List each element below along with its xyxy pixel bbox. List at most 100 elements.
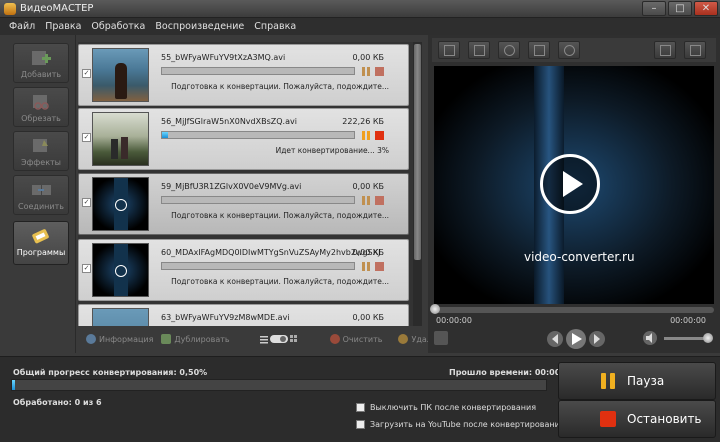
video-preview[interactable]: video-converter.ru (434, 66, 714, 304)
pause-icon[interactable] (361, 67, 371, 76)
add-button-label: Добавить (20, 70, 62, 79)
running-man-icon (564, 45, 575, 56)
stop-icon[interactable] (375, 262, 384, 271)
file-progress-bar (161, 131, 355, 139)
view-toggle[interactable] (259, 334, 300, 344)
window-title: ВидеоМАСТЕР (20, 3, 94, 14)
app-logo-icon (4, 3, 16, 15)
brightness-button[interactable] (498, 41, 520, 59)
info-button-label: Информация (99, 334, 154, 344)
programs-button[interactable]: Программы (13, 221, 69, 265)
info-button[interactable]: Информация (86, 334, 153, 344)
time-total: 00:00:00 (670, 316, 706, 325)
close-button[interactable]: ✕ (694, 1, 718, 16)
pause-button[interactable]: Пауза (558, 362, 716, 400)
speed-button[interactable] (558, 41, 580, 59)
volume-knob[interactable] (703, 333, 713, 343)
duplicate-button[interactable]: Дублировать (161, 334, 230, 344)
clear-button-label: Очистить (342, 334, 383, 344)
stop-icon[interactable] (375, 131, 384, 140)
maximize-button[interactable]: □ (668, 1, 692, 16)
menu-file[interactable]: Файл (4, 18, 40, 35)
info-icon (86, 334, 96, 344)
menu-edit[interactable]: Правка (40, 18, 86, 35)
file-item[interactable]: ✓ 59_MjBfU3R1ZGlvX0V0eV9MVg.avi 0,00 КБ … (78, 173, 409, 235)
processed-count: Обработано: 0 из 6 (13, 398, 102, 407)
file-checkbox[interactable]: ✓ (82, 133, 91, 142)
delete-icon (398, 334, 409, 344)
programs-button-label: Программы (16, 248, 66, 257)
menu-playback[interactable]: Воспроизведение (150, 18, 249, 35)
file-status: Подготовка к конвертации. Пожалуйста, по… (171, 211, 389, 220)
crop-button[interactable] (468, 41, 490, 59)
join-button[interactable]: Соединить (13, 175, 69, 215)
gif-icon (660, 45, 671, 56)
file-item[interactable]: ✓ 56_MjJfSGlraW5nX0NvdXBsZQ.avi 222,26 К… (78, 108, 409, 170)
minimize-button[interactable]: – (642, 1, 666, 16)
effects-preview-button[interactable] (528, 41, 550, 59)
title-bar: ВидеоМАСТЕР – □ ✕ (0, 0, 720, 18)
file-item[interactable]: ✓ 55_bWFyaWFuYV9tXzA3MQ.avi 0,00 КБ Подг… (78, 44, 409, 106)
file-checkbox[interactable]: ✓ (82, 69, 91, 78)
brightness-icon (504, 45, 515, 56)
file-status: Подготовка к конвертации. Пожалуйста, по… (171, 277, 389, 286)
file-thumbnail (92, 177, 149, 231)
snapshot-button[interactable] (434, 331, 448, 345)
cut-button-label: Обрезать (21, 114, 61, 123)
file-list[interactable]: ✓ 55_bWFyaWFuYV9tXzA3MQ.avi 0,00 КБ Подг… (78, 42, 413, 326)
file-status: Подготовка к конвертации. Пожалуйста, по… (171, 82, 389, 91)
fullscreen-icon (690, 45, 701, 56)
file-item[interactable]: ✓ 63_bWFyaWFuYV9zM8wMDE.avi 0,00 КБ (78, 304, 409, 326)
shutdown-option-label: Выключить ПК после конвертирования (370, 403, 537, 412)
seek-knob[interactable] (430, 304, 440, 314)
shutdown-checkbox[interactable] (356, 403, 365, 412)
scrollbar-thumb[interactable] (414, 44, 421, 260)
stop-button[interactable]: Остановить (558, 400, 716, 438)
effects-preview-icon (534, 45, 545, 56)
filmstrip-button[interactable] (438, 41, 460, 59)
fullscreen-button[interactable] (684, 41, 706, 59)
shutdown-option[interactable]: Выключить ПК после конвертирования (356, 403, 536, 412)
volume-icon[interactable] (642, 331, 658, 345)
time-current: 00:00:00 (436, 316, 472, 325)
pause-icon[interactable] (361, 131, 371, 140)
file-name: 63_bWFyaWFuYV9zM8wMDE.avi (161, 313, 290, 322)
menu-help[interactable]: Справка (249, 18, 301, 35)
seek-bar[interactable] (434, 307, 714, 313)
effects-button[interactable]: Эффекты (13, 131, 69, 171)
file-progress-bar (161, 67, 355, 75)
preview-panel: video-converter.ru 00:00:00 00:00:00 (428, 35, 720, 353)
gif-button[interactable] (654, 41, 676, 59)
stop-icon[interactable] (375, 196, 384, 205)
overall-progress-label: Общий прогресс конвертирования: 0,50% (13, 368, 208, 377)
bottom-panel: Общий прогресс конвертирования: 0,50% Пр… (0, 356, 720, 442)
file-thumbnail (92, 112, 149, 166)
watermark-text: video-converter.ru (524, 250, 635, 264)
clear-button[interactable]: Очистить (329, 334, 383, 344)
file-item[interactable]: ✓ 60_MDAxIFAgMDQ0IDIwMTYgSnVuZSAyMy2hvb2… (78, 239, 409, 301)
stop-icon[interactable] (375, 67, 384, 76)
preview-toolbar (432, 38, 716, 62)
file-checkbox[interactable]: ✓ (82, 198, 91, 207)
menu-processing[interactable]: Обработка (86, 18, 150, 35)
file-checkbox[interactable]: ✓ (82, 264, 91, 273)
overall-progress-fill (12, 380, 15, 390)
left-toolbar: Добавить Обрезать Эффекты Соединить Прог… (0, 35, 76, 353)
youtube-option[interactable]: Загрузить на YouTube после конвертирован… (356, 420, 565, 429)
play-overlay-icon[interactable] (540, 154, 600, 214)
pause-icon[interactable] (361, 262, 371, 271)
playback-controls[interactable] (546, 329, 606, 349)
list-toolbar: Информация Дублировать Очистить Удалить (78, 329, 446, 349)
cut-button[interactable]: Обрезать (13, 87, 69, 127)
file-list-scrollbar[interactable] (413, 42, 422, 326)
file-name: 55_bWFyaWFuYV9tXzA3MQ.avi (161, 53, 286, 62)
duplicate-icon (161, 334, 172, 344)
youtube-checkbox[interactable] (356, 420, 365, 429)
join-button-label: Соединить (18, 202, 64, 211)
stop-big-icon (600, 411, 616, 427)
pause-icon[interactable] (361, 196, 371, 205)
add-button[interactable]: Добавить (13, 43, 69, 83)
file-name: 60_MDAxIFAgMDQ0IDIwMTYgSnVuZSAyMy2hvb2wg… (161, 248, 381, 257)
duplicate-button-label: Дублировать (174, 334, 230, 344)
file-size: 0,00 КБ (352, 53, 384, 62)
